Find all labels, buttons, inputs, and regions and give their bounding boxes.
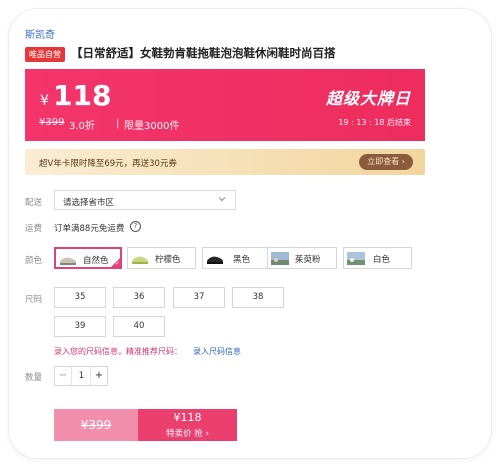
shoe-photo [271,252,289,265]
color-label-black: 黑色 [233,255,251,265]
price-separator: | [116,118,120,129]
brand-name[interactable]: 斯凯奇 [25,26,55,41]
color-option-natural[interactable]: 自然色 ✓ [54,247,122,269]
original-price: ¥399 [39,117,65,128]
price-currency: ¥ [40,93,49,109]
buy-cta-label: 特卖价 抢 › [166,429,209,439]
self-operated-badge: 唯品自营 [25,47,65,62]
chevron-down-icon [218,195,226,205]
shipping-label: 运费 [25,224,43,234]
color-label-pink: 茱萸粉 [295,255,321,265]
shoe-thumbnail [206,252,224,265]
color-label-white: 白色 [373,255,391,265]
price-bar: ¥ 118 ¥399 3.0折 | 限量3000件 超级大牌日 19 : 13 … [25,69,425,141]
decrement-button[interactable]: − [55,367,72,385]
color-option-black[interactable]: 黑色 [202,247,271,269]
quantity-stepper: − 1 + [54,366,108,386]
check-icon: ✓ [114,260,120,267]
size-option-40[interactable]: 40 [113,316,165,337]
shoe-thumbnail [59,253,77,266]
size-label: 尺码 [25,295,43,305]
size-hint: 录入您的尺码信息，精准推荐尺码： [54,347,182,356]
stock-limit: 限量3000件 [124,121,180,132]
color-option-white[interactable]: 白色 [343,247,412,269]
event-title: 超级大牌日 [325,89,411,108]
color-option-lemon[interactable]: 柠檬色 [127,247,196,269]
size-option-37[interactable]: 37 [173,287,225,308]
membership-coupon-banner[interactable]: 超V年卡限时降至69元，再送30元券 立即查看 › [25,149,425,175]
color-option-pink[interactable]: 茱萸粉 [267,247,337,269]
product-card: 斯凯奇 唯品自营 【日常舒适】女鞋勃肯鞋拖鞋泡泡鞋休闲鞋时尚百搭 ¥ 118 ¥… [9,9,491,458]
increment-button[interactable]: + [90,367,107,385]
countdown-timer: 19 : 13 : 18 后结束 [338,118,411,127]
sale-price: 118 [53,79,112,112]
color-label-natural: 自然色 [83,256,109,266]
view-now-button[interactable]: 立即查看 › [359,154,413,170]
color-label: 颜色 [25,256,43,266]
help-icon[interactable]: ? [130,221,141,232]
enter-size-link[interactable]: 录入尺码信息 [193,346,241,357]
product-title: 【日常舒适】女鞋勃肯鞋拖鞋泡泡鞋休闲鞋时尚百搭 [71,46,336,60]
original-price-button[interactable]: ¥399 [54,409,138,441]
shoe-thumbnail [131,252,149,265]
shoe-photo [347,252,365,265]
size-option-35[interactable]: 35 [54,287,106,308]
delivery-label: 配送 [25,198,43,208]
quantity-value[interactable]: 1 [72,367,91,385]
quantity-label: 数量 [25,373,43,383]
buy-price: ¥118 [173,411,202,424]
size-option-38[interactable]: 38 [232,287,284,308]
size-option-36[interactable]: 36 [113,287,165,308]
color-label-lemon: 柠檬色 [155,255,181,265]
coupon-text: 超V年卡限时降至69元，再送30元券 [39,159,177,169]
size-option-39[interactable]: 39 [54,316,106,337]
address-select[interactable]: 请选择省市区 [54,190,236,210]
address-placeholder: 请选择省市区 [63,198,115,208]
buy-now-button[interactable]: ¥118 特卖价 抢 › [138,409,237,441]
free-shipping-text: 订单满88元免运费 [54,224,125,234]
discount-rate: 3.0折 [69,121,95,132]
